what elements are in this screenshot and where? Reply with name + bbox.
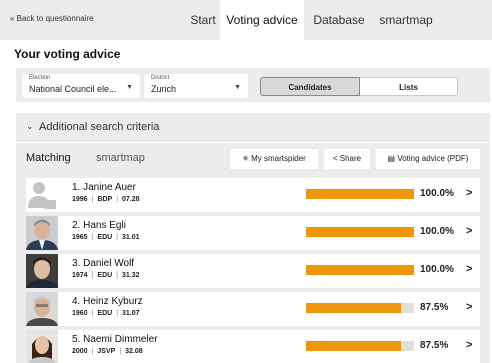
chevron-right-icon[interactable]: > (466, 225, 472, 237)
list-number: 31.07 (122, 310, 140, 317)
party: JSVP (97, 348, 116, 355)
list-number: 32.08 (125, 348, 143, 355)
birth-year: 2000 (72, 348, 88, 355)
share-icon: < (332, 154, 338, 163)
candidate-row[interactable]: 3. Daniel Wolf 1974 | EDU | 31.32 100.0% > (26, 254, 480, 288)
election-label: Election (29, 75, 51, 81)
top-navigation: « Back to questionnaire Start Voting adv… (0, 0, 492, 40)
match-bar-fill (306, 227, 414, 237)
candidate-name: 5. Naemi Dimmeler (72, 334, 158, 345)
candidate-name: 4. Heinz Kyburz (72, 296, 143, 307)
birth-year: 1996 (72, 196, 88, 203)
additional-criteria-label: Additional search criteria (39, 121, 160, 133)
candidate-row[interactable]: 5. Naemi Dimmeler 2000 | JSVP | 32.08 87.5% … (26, 330, 480, 363)
share-button[interactable]: < Share (324, 149, 370, 169)
chevron-down-icon: ▼ (126, 84, 133, 91)
tab-database[interactable]: Database (304, 0, 374, 40)
party: EDU (97, 272, 113, 279)
match-percentage: 100.0% (420, 264, 454, 275)
party: EDU (97, 234, 113, 241)
chevron-right-icon[interactable]: > (466, 187, 472, 199)
spider-icon: ✳ (242, 154, 249, 163)
document-icon: ▤ (387, 154, 396, 163)
tab-results-smartmap[interactable]: smartmap (96, 152, 145, 164)
chevron-right-icon[interactable]: > (466, 339, 472, 351)
district-value: Zurich (151, 84, 177, 94)
chevron-right-icon[interactable]: > (466, 263, 472, 275)
candidate-photo (26, 330, 58, 363)
match-bar-fill (306, 341, 401, 351)
filter-bar: Election National Council ele... ▼ Distr… (16, 68, 490, 102)
tab-matching[interactable]: Matching (26, 152, 71, 164)
candidate-photo (26, 216, 58, 250)
match-bar (306, 303, 414, 313)
avatar-placeholder (26, 178, 58, 212)
candidates-toggle[interactable]: Candidates (260, 77, 360, 96)
candidate-row[interactable]: 4. Heinz Kyburz 1960 | EDU | 31.07 87.5% > (26, 292, 480, 326)
party: EDU (97, 310, 113, 317)
birth-year: 1965 (72, 234, 88, 241)
smartspider-label: My smartspider (251, 154, 306, 163)
list-number: 07.28 (122, 196, 140, 203)
birth-year: 1960 (72, 310, 88, 317)
match-percentage: 87.5% (420, 302, 449, 313)
candidate-details: 1996 | BDP | 07.28 (72, 196, 140, 203)
match-bar (306, 341, 414, 351)
match-bar (306, 265, 414, 275)
match-percentage: 87.5% (420, 340, 449, 351)
match-bar (306, 227, 414, 237)
match-percentage: 100.0% (420, 226, 454, 237)
lists-toggle[interactable]: Lists (360, 77, 458, 96)
match-percentage: 100.0% (420, 188, 454, 199)
tab-voting-advice[interactable]: Voting advice (220, 0, 304, 40)
election-select[interactable]: Election National Council ele... ▼ (22, 74, 140, 98)
page-title: Your voting advice (14, 47, 121, 61)
candidate-details: 1974 | EDU | 31.32 (72, 272, 140, 279)
candidate-photo (26, 254, 58, 288)
pdf-label: Voting advice (PDF) (397, 154, 469, 163)
party: BDP (97, 196, 113, 203)
match-bar-fill (306, 189, 414, 199)
match-bar-fill (306, 265, 414, 275)
district-label: District (151, 75, 170, 81)
match-bar-fill (306, 303, 401, 313)
results-panel: Matching smartmap ✳ My smartspider < Sha… (16, 143, 490, 363)
chevron-down-icon: ⌄ (26, 121, 34, 131)
candidate-details: 1965 | EDU | 31.01 (72, 234, 140, 241)
candidate-name: 1. Janine Auer (72, 182, 136, 193)
match-bar (306, 189, 414, 199)
list-number: 31.01 (122, 234, 140, 241)
district-select[interactable]: District Zurich ▼ (144, 74, 248, 98)
candidate-photo (26, 292, 58, 326)
chevron-right-icon[interactable]: > (466, 301, 472, 313)
back-to-questionnaire-link[interactable]: « Back to questionnaire (10, 14, 94, 23)
candidate-row[interactable]: 2. Hans Egli 1965 | EDU | 31.01 100.0% > (26, 216, 480, 250)
candidate-details: 2000 | JSVP | 32.08 (72, 348, 143, 355)
candidate-name: 2. Hans Egli (72, 220, 126, 231)
election-value: National Council ele... (29, 84, 117, 94)
list-number: 31.32 (122, 272, 140, 279)
candidate-details: 1960 | EDU | 31.07 (72, 310, 140, 317)
birth-year: 1974 (72, 272, 88, 279)
candidate-name: 3. Daniel Wolf (72, 258, 135, 269)
my-smartspider-button[interactable]: ✳ My smartspider (230, 149, 318, 169)
additional-criteria-toggle[interactable]: ⌄ Additional search criteria (16, 113, 490, 142)
share-label: Share (339, 154, 362, 163)
tab-smartmap[interactable]: smartmap (374, 0, 438, 40)
pdf-button[interactable]: ▤ Voting advice (PDF) (376, 149, 480, 169)
candidate-row[interactable]: 1. Janine Auer 1996 | BDP | 07.28 100.0% > (26, 178, 480, 212)
chevron-down-icon: ▼ (234, 84, 241, 91)
